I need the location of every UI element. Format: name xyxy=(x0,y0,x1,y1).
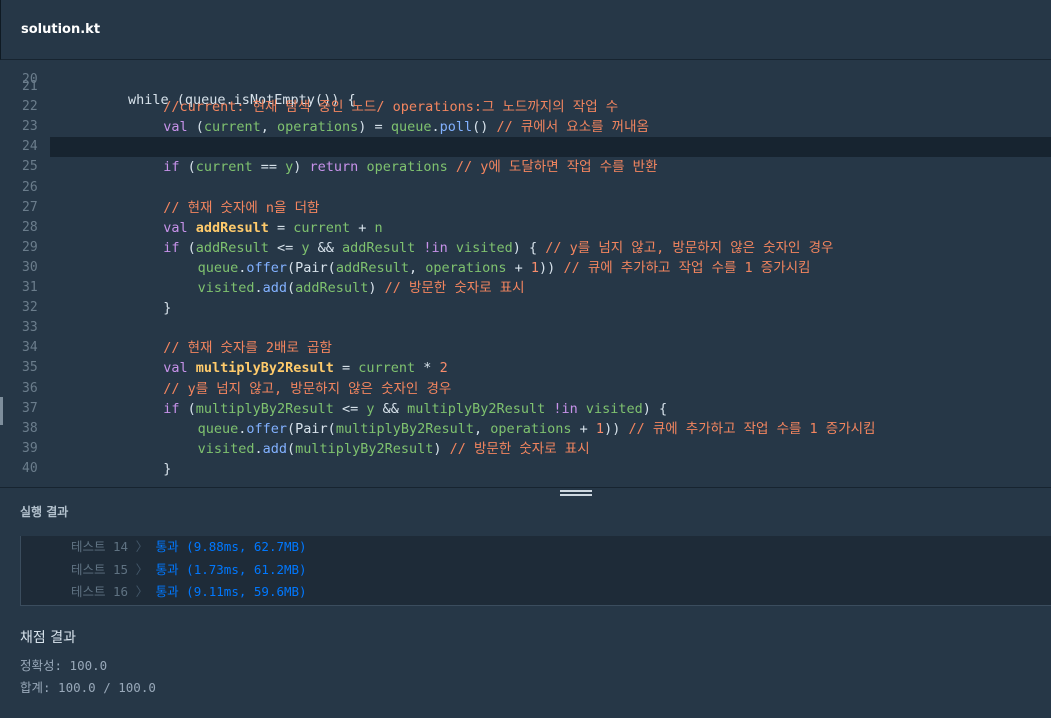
chevron-right-icon: 〉 xyxy=(128,539,156,554)
file-tab-solution[interactable]: solution.kt xyxy=(21,22,100,37)
code-line: 23 val (current, operations) = queue.poll… xyxy=(0,117,1051,137)
line-number: 36 xyxy=(22,380,38,396)
code-text: val multiplyBy2Result = current * 2 xyxy=(163,360,448,377)
code-text: if (current == y) return operations // y… xyxy=(163,159,658,176)
code-text: // 현재 숫자에 n을 더함 xyxy=(163,199,320,216)
line-number: 26 xyxy=(22,179,38,195)
resize-handle[interactable] xyxy=(560,490,592,500)
code-line: 29 if (addResult <= y && addResult !in vi… xyxy=(0,238,1051,258)
line-number: 31 xyxy=(22,280,38,295)
line-number: 38 xyxy=(22,420,38,436)
line-number: 40 xyxy=(22,460,38,476)
code-text: queue.offer(Pair(multiplyBy2Result, oper… xyxy=(197,420,876,437)
line-number: 33 xyxy=(22,320,38,336)
code-line: 36 // y를 넘지 않고, 방문하지 않은 숫자인 경우 xyxy=(0,379,1051,399)
test-result: 통과 (9.88ms, 62.7MB) xyxy=(155,539,307,554)
code-text: if (multiplyBy2Result <= y && multiplyBy… xyxy=(163,400,668,417)
code-text: visited.add(addResult) // 방문한 숫자로 표시 xyxy=(197,280,525,296)
line-number: 34 xyxy=(22,340,38,356)
code-line: 26 xyxy=(0,178,1051,198)
test-result: 통과 (1.73ms, 61.2MB) xyxy=(155,561,307,577)
test-result-row: 테스트 15 〉 통과 (1.73ms, 61.2MB) xyxy=(71,560,307,580)
code-line: 28 val addResult = current + n xyxy=(0,218,1051,238)
code-line: 27 // 현재 숫자에 n을 더함 xyxy=(0,198,1051,218)
code-text: visited.add(multiplyBy2Result) // 방문한 숫자… xyxy=(197,440,590,457)
code-text: } xyxy=(163,300,172,317)
test-result-row: 테스트 14 〉 통과 (9.88ms, 62.7MB) xyxy=(71,537,307,557)
line-number: 28 xyxy=(22,219,38,235)
line-number: 24 xyxy=(22,139,38,155)
code-text: val addResult = current + n xyxy=(163,219,383,236)
line-number: 21 xyxy=(22,79,38,94)
editor-scroll-marker xyxy=(0,397,3,425)
test-name: 테스트 14 xyxy=(71,539,129,554)
code-text: val (current, operations) = queue.poll()… xyxy=(163,119,649,136)
code-text: queue.offer(Pair(addResult, operations +… xyxy=(197,259,811,276)
code-line: 37 if (multiplyBy2Result <= y && multiply… xyxy=(0,399,1051,419)
code-line: 35 val multiplyBy2Result = current * 2 xyxy=(0,358,1051,378)
code-line: 22 //current: 현재 탐색 중인 노드/ operations:그 노… xyxy=(0,97,1051,117)
line-number: 27 xyxy=(22,199,38,215)
chevron-right-icon: 〉 xyxy=(128,584,156,599)
line-number: 22 xyxy=(22,99,38,115)
line-number: 37 xyxy=(22,400,38,416)
panel-divider xyxy=(0,487,1051,488)
code-line: 38 queue.offer(Pair(multiplyBy2Result, op… xyxy=(0,419,1051,439)
test-name: 테스트 15 xyxy=(71,561,129,577)
active-code-line: 24 xyxy=(22,137,1051,158)
line-number: 32 xyxy=(22,300,38,316)
accuracy-score: 정확성: 100.0 xyxy=(20,658,108,673)
test-name: 테스트 16 xyxy=(71,584,129,599)
code-line: 39 visited.add(multiplyBy2Result) // 방문한 … xyxy=(0,439,1051,459)
code-line: 25 if (current == y) return operations //… xyxy=(0,157,1051,177)
total-score: 합계: 100.0 / 100.0 xyxy=(20,680,156,695)
line-number: 29 xyxy=(22,239,38,255)
code-line: 20 while (queue.isNotEmpty()) { xyxy=(0,60,1051,108)
code-text: //current: 현재 탐색 중인 노드/ operations:그 노드까… xyxy=(163,99,619,116)
results-title: 실행 결과 xyxy=(20,505,69,519)
code-line: 33 xyxy=(0,318,1051,338)
code-text: } xyxy=(163,460,172,477)
line-number: 30 xyxy=(22,259,38,275)
test-result-row: 테스트 16 〉 통과 (9.11ms, 59.6MB) xyxy=(71,582,307,602)
code-text: if (addResult <= y && addResult !in visi… xyxy=(163,239,834,256)
code-line: 21 xyxy=(0,77,1051,97)
editor-tab-bar: solution.kt xyxy=(0,0,1051,60)
code-line: 34 // 현재 숫자를 2배로 곱함 xyxy=(0,338,1051,358)
test-result: 통과 (9.11ms, 59.6MB) xyxy=(155,584,307,599)
grading-title: 채점 결과 xyxy=(20,630,76,646)
line-number: 25 xyxy=(22,159,38,175)
chevron-right-icon: 〉 xyxy=(128,561,156,577)
code-line: 31 visited.add(addResult) // 방문한 숫자로 표시 xyxy=(0,278,1051,298)
line-number: 39 xyxy=(22,440,38,456)
code-text: // y를 넘지 않고, 방문하지 않은 숫자인 경우 xyxy=(163,380,452,397)
code-line: 40} xyxy=(0,459,1051,479)
test-results-panel: 테스트 14 〉 통과 (9.88ms, 62.7MB) 테스트 15 〉 통과 … xyxy=(20,536,1051,606)
code-editor[interactable]: 20 while (queue.isNotEmpty()) { 21 22 //cu… xyxy=(0,60,1051,487)
code-line: 30 queue.offer(Pair(addResult, operations… xyxy=(0,258,1051,278)
line-number: 23 xyxy=(22,119,38,135)
code-line: 32} xyxy=(0,298,1051,318)
code-text: // 현재 숫자를 2배로 곱함 xyxy=(163,340,332,357)
line-number: 35 xyxy=(22,360,38,376)
